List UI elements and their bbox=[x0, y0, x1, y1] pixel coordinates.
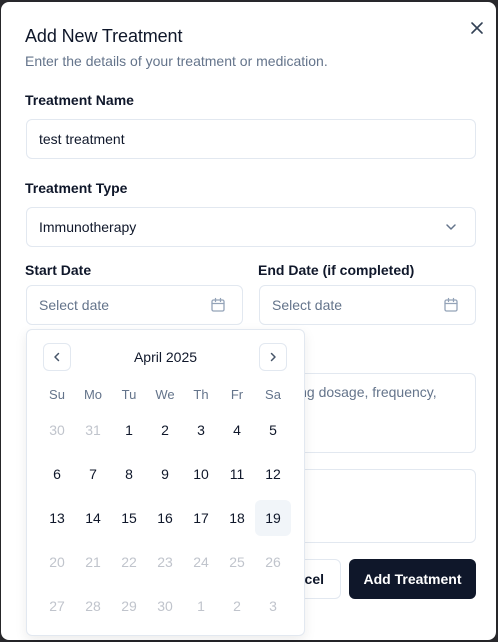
calendar-day[interactable]: 27 bbox=[39, 588, 75, 624]
calendar-day-today[interactable]: 19 bbox=[255, 500, 291, 536]
calendar-day[interactable]: 10 bbox=[183, 456, 219, 492]
calendar-day[interactable]: 15 bbox=[111, 500, 147, 536]
calendar-day[interactable]: 16 bbox=[147, 500, 183, 536]
calendar-icon bbox=[443, 297, 459, 313]
end-date-label: End Date (if completed) bbox=[258, 262, 415, 278]
notes-placeholder: ing dosage, frequency, bbox=[296, 384, 437, 400]
calendar-day[interactable]: 12 bbox=[255, 456, 291, 492]
calendar-day[interactable]: 20 bbox=[39, 544, 75, 580]
calendar-day[interactable]: 4 bbox=[219, 412, 255, 448]
treatment-name-input[interactable]: test treatment bbox=[26, 119, 476, 159]
calendar-day[interactable]: 11 bbox=[219, 456, 255, 492]
calendar-day[interactable]: 17 bbox=[183, 500, 219, 536]
calendar-day[interactable]: 28 bbox=[75, 588, 111, 624]
calendar-day[interactable]: 1 bbox=[111, 412, 147, 448]
start-date-placeholder: Select date bbox=[39, 297, 110, 313]
weekday-header: Tu bbox=[121, 387, 137, 402]
calendar-day[interactable]: 1 bbox=[183, 588, 219, 624]
weekday-header: Mo bbox=[83, 387, 103, 402]
calendar-day[interactable]: 6 bbox=[39, 456, 75, 492]
calendar-day[interactable]: 22 bbox=[111, 544, 147, 580]
calendar-day[interactable]: 13 bbox=[39, 500, 75, 536]
calendar-day[interactable]: 25 bbox=[219, 544, 255, 580]
calendar-day[interactable]: 2 bbox=[219, 588, 255, 624]
start-date-input[interactable]: Select date bbox=[26, 285, 243, 325]
dialog-subtitle: Enter the details of your treatment or m… bbox=[25, 53, 328, 69]
weekday-header: We bbox=[155, 387, 175, 402]
weekday-header: Su bbox=[49, 387, 65, 402]
calendar-day[interactable]: 24 bbox=[183, 544, 219, 580]
end-date-placeholder: Select date bbox=[272, 297, 343, 313]
add-treatment-button[interactable]: Add Treatment bbox=[349, 559, 476, 599]
end-date-input[interactable]: Select date bbox=[259, 285, 476, 325]
calendar-icon bbox=[210, 297, 226, 313]
calendar-day[interactable]: 30 bbox=[39, 412, 75, 448]
treatment-name-label: Treatment Name bbox=[25, 92, 134, 108]
calendar-day[interactable]: 21 bbox=[75, 544, 111, 580]
weekday-header: Fr bbox=[230, 387, 244, 402]
date-picker-popover: April 2025 Su Mo Tu We Th Fr Sa 30 31 1 2 3 4 5 6 7 8 9 1… bbox=[26, 329, 305, 636]
calendar-day[interactable]: 7 bbox=[75, 456, 111, 492]
calendar-day[interactable]: 30 bbox=[147, 588, 183, 624]
calendar-day[interactable]: 14 bbox=[75, 500, 111, 536]
chevron-down-icon bbox=[443, 219, 459, 235]
weekday-header: Th bbox=[193, 387, 209, 402]
dialog-title: Add New Treatment bbox=[25, 26, 183, 46]
calendar-day[interactable]: 31 bbox=[75, 412, 111, 448]
next-month-button[interactable] bbox=[259, 343, 287, 371]
calendar-day[interactable]: 9 bbox=[147, 456, 183, 492]
calendar-day[interactable]: 5 bbox=[255, 412, 291, 448]
calendar-day[interactable]: 18 bbox=[219, 500, 255, 536]
treatment-type-label: Treatment Type bbox=[25, 180, 128, 196]
calendar-day[interactable]: 3 bbox=[183, 412, 219, 448]
treatment-type-select[interactable]: Immunotherapy bbox=[26, 207, 476, 247]
treatment-type-value: Immunotherapy bbox=[39, 219, 137, 235]
calendar-day[interactable]: 2 bbox=[147, 412, 183, 448]
calendar-day[interactable]: 23 bbox=[147, 544, 183, 580]
calendar-day[interactable]: 3 bbox=[255, 588, 291, 624]
weekday-header: Sa bbox=[265, 387, 281, 402]
calendar-day[interactable]: 26 bbox=[255, 544, 291, 580]
calendar-day[interactable]: 8 bbox=[111, 456, 147, 492]
chevron-right-icon bbox=[270, 352, 276, 362]
close-icon[interactable] bbox=[467, 18, 487, 38]
start-date-label: Start Date bbox=[25, 262, 92, 278]
calendar-day[interactable]: 29 bbox=[111, 588, 147, 624]
